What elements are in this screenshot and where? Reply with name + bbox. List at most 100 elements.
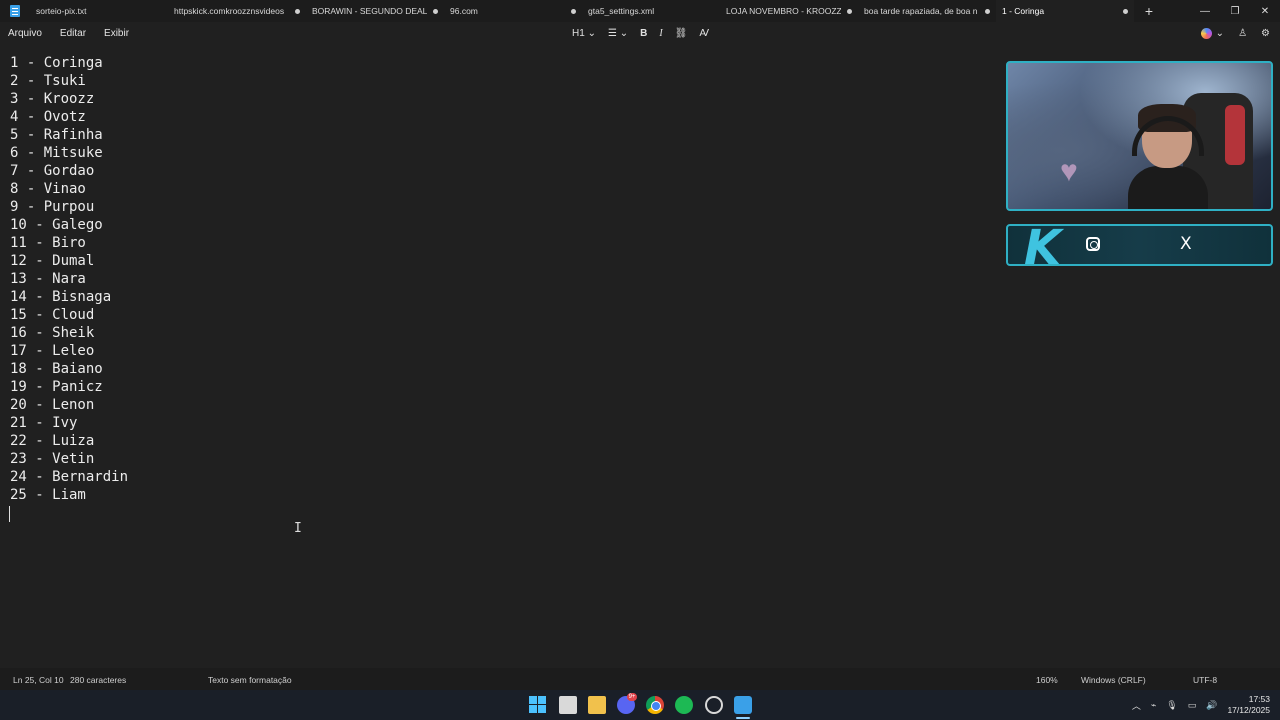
minimize-button[interactable]: — bbox=[1190, 0, 1220, 22]
tab-label: 96.com bbox=[450, 6, 478, 16]
document-line: 15 - Cloud bbox=[10, 307, 95, 323]
close-window-button[interactable]: ✕ bbox=[1250, 0, 1280, 22]
link-button[interactable]: ⛓ bbox=[669, 28, 694, 39]
document-line: 1 - Coringa bbox=[10, 55, 103, 71]
task-view-icon[interactable] bbox=[559, 696, 577, 714]
line-ending[interactable]: Windows (CRLF) bbox=[1081, 675, 1146, 685]
heart-decor-icon: ♥ bbox=[1060, 155, 1078, 188]
chrome-icon[interactable] bbox=[646, 696, 664, 714]
zoom-level[interactable]: 160% bbox=[1036, 675, 1058, 685]
clear-format-icon: Ꜹ bbox=[699, 27, 710, 39]
tab-boa-tarde[interactable]: boa tarde rapaziada, de boa n bbox=[858, 0, 996, 22]
text-format[interactable]: Texto sem formatação bbox=[208, 675, 292, 685]
chevron-down-icon: ⌄ bbox=[1215, 27, 1225, 39]
clock-date: 17/12/2025 bbox=[1227, 705, 1270, 715]
italic-button[interactable]: I bbox=[653, 28, 668, 39]
chevron-down-icon: ⌄ bbox=[619, 27, 629, 39]
system-tray: ︿ ⌁ 🎙 ▭ 🔊 17:53 17/12/2025 bbox=[1132, 690, 1270, 720]
tab-label: boa tarde rapaziada, de boa n bbox=[864, 6, 978, 16]
unsaved-dot-icon bbox=[847, 8, 852, 14]
chevron-up-icon[interactable]: ︿ bbox=[1132, 699, 1141, 712]
document-line: 25 - Liam bbox=[10, 487, 86, 503]
tab-label: BORAWIN - SEGUNDO DEAL bbox=[312, 6, 427, 16]
account-button[interactable]: ♙ bbox=[1238, 28, 1247, 39]
cursor-position: Ln 25, Col 10 bbox=[13, 675, 64, 685]
notepad-app-icon bbox=[0, 0, 30, 22]
streamer-body bbox=[1128, 166, 1208, 209]
menu-view[interactable]: Exibir bbox=[95, 28, 138, 39]
notepad-taskbar-icon[interactable] bbox=[734, 696, 752, 714]
ibeam-cursor-icon: I bbox=[294, 521, 302, 536]
tab-sorteio-pix[interactable]: sorteio-pix.txt bbox=[30, 0, 168, 22]
document-line: 23 - Vetin bbox=[10, 451, 95, 467]
unsaved-dot-icon bbox=[295, 8, 300, 14]
char-count: 280 caracteres bbox=[70, 675, 127, 685]
heading-label: H1 bbox=[572, 27, 585, 39]
social-banner: K X bbox=[1006, 222, 1273, 274]
clock[interactable]: 17:53 17/12/2025 bbox=[1227, 694, 1270, 716]
tab-borawin[interactable]: BORAWIN - SEGUNDO DEAL bbox=[306, 0, 444, 22]
tab-96com[interactable]: 96.com bbox=[444, 0, 582, 22]
discord-badge: 9+ bbox=[627, 693, 637, 701]
document-line: 19 - Panicz bbox=[10, 379, 103, 395]
settings-button[interactable]: ⚙ bbox=[1261, 28, 1270, 39]
tab-gta5-settings[interactable]: gta5_settings.xml bbox=[582, 0, 720, 22]
list-dropdown[interactable]: ☰ ⌄ bbox=[602, 28, 634, 39]
document-line: 21 - Ivy bbox=[10, 415, 78, 431]
tab-strip: sorteio-pix.txt httpskick.comkroozznsvid… bbox=[0, 0, 1280, 22]
app-icon[interactable] bbox=[705, 696, 723, 714]
unsaved-dot-icon bbox=[433, 8, 438, 14]
volume-icon[interactable]: 🔊 bbox=[1206, 700, 1217, 711]
microphone-icon[interactable]: 🎙 bbox=[1166, 700, 1177, 711]
display-icon[interactable]: ▭ bbox=[1188, 700, 1197, 711]
chevron-down-icon: ⌄ bbox=[587, 27, 596, 39]
tab-coringa-active[interactable]: 1 - Coringa bbox=[996, 0, 1134, 22]
start-button[interactable] bbox=[529, 696, 547, 714]
tab-label: httpskick.comkroozznsvideos bbox=[174, 6, 285, 16]
tab-label: 1 - Coringa bbox=[1002, 6, 1045, 16]
document-line: 16 - Sheik bbox=[10, 325, 95, 341]
tab-label: gta5_settings.xml bbox=[588, 6, 655, 16]
new-tab-button[interactable]: + bbox=[1134, 0, 1164, 22]
copilot-button[interactable]: ⌄ bbox=[1200, 27, 1225, 39]
tab-label: LOJA NOVEMBRO - KROOZZN bbox=[726, 6, 841, 16]
document-line: 13 - Nara bbox=[10, 271, 86, 287]
clear-format-button[interactable]: Ꜹ bbox=[693, 28, 715, 39]
document-line: 12 - Dumal bbox=[10, 253, 95, 269]
document-line: 3 - Kroozz bbox=[10, 91, 95, 107]
document-line: 22 - Luiza bbox=[10, 433, 95, 449]
document-line: 11 - Biro bbox=[10, 235, 86, 251]
user-icon: ♙ bbox=[1238, 27, 1248, 39]
instagram-icon bbox=[1086, 237, 1100, 251]
spotify-icon[interactable] bbox=[675, 696, 693, 714]
document-lines: 1 - Coringa 2 - Tsuki 3 - Kroozz 4 - Ovotz 5… bbox=[10, 54, 128, 504]
unsaved-dot-icon bbox=[571, 8, 576, 14]
x-twitter-icon: X bbox=[1180, 234, 1192, 254]
menu-file[interactable]: Arquivo bbox=[0, 28, 51, 39]
document-line: 14 - Bisnaga bbox=[10, 289, 112, 305]
encoding[interactable]: UTF-8 bbox=[1193, 675, 1217, 685]
list-icon: ☰ bbox=[607, 27, 617, 39]
document-line: 6 - Mitsuke bbox=[10, 145, 103, 161]
bold-button[interactable]: B bbox=[634, 28, 653, 39]
text-caret bbox=[9, 506, 10, 522]
unsaved-dot-icon bbox=[1123, 8, 1128, 14]
tab-label: sorteio-pix.txt bbox=[36, 6, 87, 16]
maximize-button[interactable]: ❐ bbox=[1220, 0, 1250, 22]
taskbar: 9+ ︿ ⌁ 🎙 ▭ 🔊 17:53 17/12/2025 bbox=[0, 690, 1280, 720]
copilot-icon bbox=[1200, 27, 1212, 39]
file-explorer-icon[interactable] bbox=[588, 696, 606, 714]
status-bar: Ln 25, Col 10 280 caracteres Texto sem f… bbox=[0, 668, 1280, 690]
document-line: 20 - Lenon bbox=[10, 397, 95, 413]
heading-dropdown[interactable]: H1 ⌄ bbox=[566, 28, 602, 39]
streamer bbox=[1128, 104, 1208, 209]
menu-edit[interactable]: Editar bbox=[51, 28, 95, 39]
network-icon[interactable]: ⌁ bbox=[1151, 700, 1156, 711]
tab-kick-videos[interactable]: httpskick.comkroozznsvideos bbox=[168, 0, 306, 22]
document-line: 10 - Galego bbox=[10, 217, 103, 233]
document-line: 8 - Vinao bbox=[10, 181, 86, 197]
active-indicator bbox=[736, 717, 750, 719]
document-line: 9 - Purpou bbox=[10, 199, 95, 215]
tab-loja-novembro[interactable]: LOJA NOVEMBRO - KROOZZN bbox=[720, 0, 858, 22]
gear-icon: ⚙ bbox=[1261, 27, 1270, 39]
